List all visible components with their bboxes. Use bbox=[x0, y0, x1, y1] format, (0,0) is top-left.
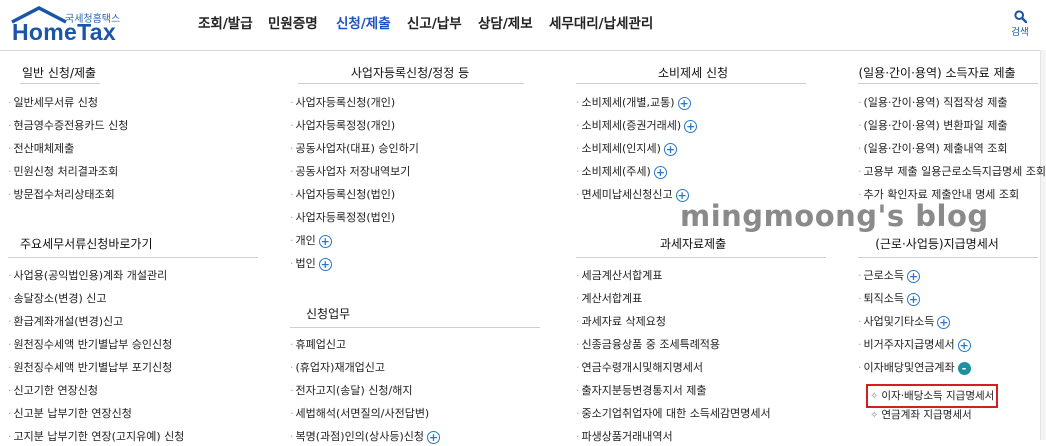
scrollbar[interactable] bbox=[1040, 50, 1046, 440]
menu-item-reg-apply-corp[interactable]: · 사업자등록신청(법인) bbox=[290, 186, 395, 204]
section-underline bbox=[576, 257, 826, 258]
nav-civil-certificate[interactable]: 민원증명 bbox=[268, 12, 318, 32]
menu-item-business-other-income[interactable]: · 사업및기타소득 + bbox=[858, 313, 951, 331]
menu-item-civil-result[interactable]: · 민원신청 처리결과조회 bbox=[8, 163, 118, 181]
section-underline bbox=[20, 83, 100, 84]
expand-plus-icon[interactable]: + bbox=[684, 119, 698, 133]
menu-item-reg-change-corp[interactable]: · 사업자등록정정(법인) bbox=[290, 209, 395, 227]
menu-item-reg-apply-personal[interactable]: · 사업자등록신청(개인) bbox=[290, 94, 395, 112]
menu-item-delivery-address[interactable]: · 송달장소(변경) 신고 bbox=[8, 290, 107, 308]
menu-item-invoice-summary[interactable]: · 계산서합계표 bbox=[576, 290, 642, 308]
nav-apply-submit[interactable]: 신청/제출 bbox=[336, 12, 391, 32]
menu-item-misc-apply[interactable]: · 복명(과점)인의(상사등)신청 + bbox=[290, 428, 440, 446]
menu-item-retirement-income[interactable]: · 퇴직소득 + bbox=[858, 290, 920, 308]
expand-plus-icon[interactable]: + bbox=[906, 269, 920, 283]
menu-item-tax-invoice-summary[interactable]: · 세금계산서합계표 bbox=[576, 267, 662, 285]
nav-consult-report[interactable]: 상담/제보 bbox=[478, 12, 533, 32]
nav-tax-agent[interactable]: 세무대리/납세관리 bbox=[549, 12, 653, 32]
menu-item-reopen-report[interactable]: · (휴업자)재개업신고 bbox=[290, 359, 385, 377]
expand-plus-icon[interactable]: + bbox=[957, 338, 971, 352]
section-underline bbox=[576, 83, 806, 84]
section-title-general-apply: 일반 신청/제출 bbox=[22, 66, 97, 80]
collapse-minus-icon[interactable]: - bbox=[957, 361, 971, 375]
expand-plus-icon[interactable]: + bbox=[906, 292, 920, 306]
section-title-apply-work: 신청업무 bbox=[306, 307, 351, 321]
expand-plus-icon[interactable]: + bbox=[318, 234, 332, 248]
menu-item-notice-extension[interactable]: · 고지분 납부기한 연장(고지유예) 신청 bbox=[8, 428, 184, 446]
header-divider bbox=[0, 50, 1046, 51]
hometax-logo[interactable]: 국세청홈택스 HomeTax bbox=[8, 6, 126, 46]
menu-item-payment-extension[interactable]: · 신고분 납부기한 연장신청 bbox=[8, 405, 132, 423]
menu-item-nonresident[interactable]: · 비거주자지급명세서 + bbox=[858, 336, 971, 354]
header: 국세청홈택스 HomeTax 조회/발급 민원증명 신청/제출 신고/납부 상담… bbox=[0, 0, 1046, 50]
section-title-daily-income: (일용·간이·용역) 소득자료 제출 bbox=[858, 66, 1016, 80]
section-title-shortcuts: 주요세무서류신청바로가기 bbox=[20, 237, 153, 251]
section-title-business-registration: 사업자등록신청/정정 등 bbox=[350, 66, 470, 80]
section-underline bbox=[290, 327, 540, 328]
menu-item-tax-exempt-report[interactable]: · 면세미납세신청신고 + bbox=[576, 186, 689, 204]
menu-item-pension-statement[interactable]: · 연금수령개시및해지명세서 bbox=[576, 359, 703, 377]
menu-item-business-account[interactable]: · 사업용(공익법인용)계좌 개설관리 bbox=[8, 267, 167, 285]
sub-bullet-icon: ✧ bbox=[870, 391, 879, 402]
expand-plus-icon[interactable]: + bbox=[427, 430, 440, 444]
section-underline bbox=[298, 83, 524, 84]
menu-item-e-notice[interactable]: · 전자고지(송달) 신청/해지 bbox=[290, 382, 413, 400]
menu-item-interest-dividend-pension[interactable]: · 이자배당및연금계좌 - bbox=[858, 359, 971, 377]
submenu-item-pension-account-statement[interactable]: ✧ 연금계좌 지급명세서 bbox=[870, 407, 972, 423]
menu-item-daily-history[interactable]: · (일용·간이·용역) 제출내역 조회 bbox=[858, 140, 1008, 158]
menu-item-delete-request[interactable]: · 과세자료 삭제요청 bbox=[576, 313, 666, 331]
menu-item-general-docs[interactable]: · 일반세무서류 신청 bbox=[8, 94, 98, 112]
menu-item-withholding-waive[interactable]: · 원천징수세액 반기별납부 포기신청 bbox=[8, 359, 172, 377]
menu-item-earned-income[interactable]: · 근로소득 + bbox=[858, 267, 920, 285]
sub-bullet-icon: ✧ bbox=[870, 410, 879, 421]
menu-item-cash-receipt-card[interactable]: · 현금영수증전용카드 신청 bbox=[8, 117, 128, 135]
section-underline bbox=[8, 257, 258, 258]
menu-item-sme-reduction[interactable]: · 중소기업취업자에 대한 소득세감면명세서 bbox=[576, 405, 771, 423]
expand-plus-icon[interactable]: + bbox=[663, 142, 677, 156]
section-title-taxation-data: 과세자료제출 bbox=[659, 237, 727, 251]
nav-inquiry-issue[interactable]: 조회/발급 bbox=[198, 12, 253, 32]
section-underline bbox=[858, 83, 1038, 84]
expand-plus-icon[interactable]: + bbox=[677, 96, 691, 110]
menu-item-personal-expand[interactable]: · 개인 + bbox=[290, 232, 332, 250]
expand-plus-icon[interactable]: + bbox=[653, 165, 667, 179]
section-title-consumption-tax: 소비제세 신청 bbox=[657, 66, 729, 80]
menu-item-consumption-individual[interactable]: · 소비제세(개별,교통) + bbox=[576, 94, 691, 112]
menu-item-tax-interpretation[interactable]: · 세법해석(서면질의/사전답변) bbox=[290, 405, 429, 423]
submenu-item-interest-dividend-statement[interactable]: ✧ 이자·배당소득 지급명세서 bbox=[865, 384, 999, 408]
menu-item-derivatives[interactable]: · 파생상품거래내역서 bbox=[576, 428, 673, 446]
menu-item-refund-account[interactable]: · 환급계좌개설(변경)신고 bbox=[8, 313, 123, 331]
logo-title: HomeTax bbox=[12, 19, 116, 45]
search-icon bbox=[1013, 10, 1027, 23]
menu-item-joint-saved[interactable]: · 공동사업자 저장내역보기 bbox=[290, 163, 410, 181]
menu-item-financial-special[interactable]: · 신종금융상품 중 조세특례적용 bbox=[576, 336, 720, 354]
menu-item-consumption-securities[interactable]: · 소비제세(증권거래세) + bbox=[576, 117, 698, 135]
menu-item-corp-expand[interactable]: · 법인 + bbox=[290, 255, 332, 273]
menu-item-daily-file[interactable]: · (일용·간이·용역) 변환파일 제출 bbox=[858, 117, 1008, 135]
menu-item-labor-ministry[interactable]: · 고용부 제출 일용근로소득지급명세 조회 bbox=[858, 163, 1046, 181]
menu-item-withholding-approve[interactable]: · 원천징수세액 반기별납부 승인신청 bbox=[8, 336, 172, 354]
menu-item-visit-status[interactable]: · 방문접수처리상태조회 bbox=[8, 186, 115, 204]
expand-plus-icon[interactable]: + bbox=[318, 257, 332, 271]
blog-watermark: mingmoong's blog bbox=[680, 199, 989, 233]
nav-report-pay[interactable]: 신고/납부 bbox=[407, 12, 462, 32]
search-button[interactable]: 검색 bbox=[1008, 10, 1032, 40]
menu-item-closure-report[interactable]: · 휴폐업신고 bbox=[290, 336, 346, 354]
section-underline bbox=[858, 257, 1038, 258]
expand-plus-icon[interactable]: + bbox=[937, 315, 951, 329]
menu-item-filing-extension[interactable]: · 신고기한 연장신청 bbox=[8, 382, 98, 400]
search-label: 검색 bbox=[1011, 27, 1029, 38]
menu-item-consumption-stamp[interactable]: · 소비제세(인지세) + bbox=[576, 140, 677, 158]
menu-item-daily-direct[interactable]: · (일용·간이·용역) 직접작성 제출 bbox=[858, 94, 1008, 112]
section-title-payment-statement: (근로·사업등)지급명세서 bbox=[875, 237, 999, 251]
menu-item-joint-approve[interactable]: · 공동사업자(대표) 승인하기 bbox=[290, 140, 419, 158]
menu-item-equity-change[interactable]: · 출자지분등변경통지서 제출 bbox=[576, 382, 706, 400]
menu-item-reg-change-personal[interactable]: · 사업자등록정정(개인) bbox=[290, 117, 395, 135]
menu-item-consumption-liquor[interactable]: · 소비제세(주세) + bbox=[576, 163, 667, 181]
menu-item-media-submit[interactable]: · 전산매체제출 bbox=[8, 140, 74, 158]
